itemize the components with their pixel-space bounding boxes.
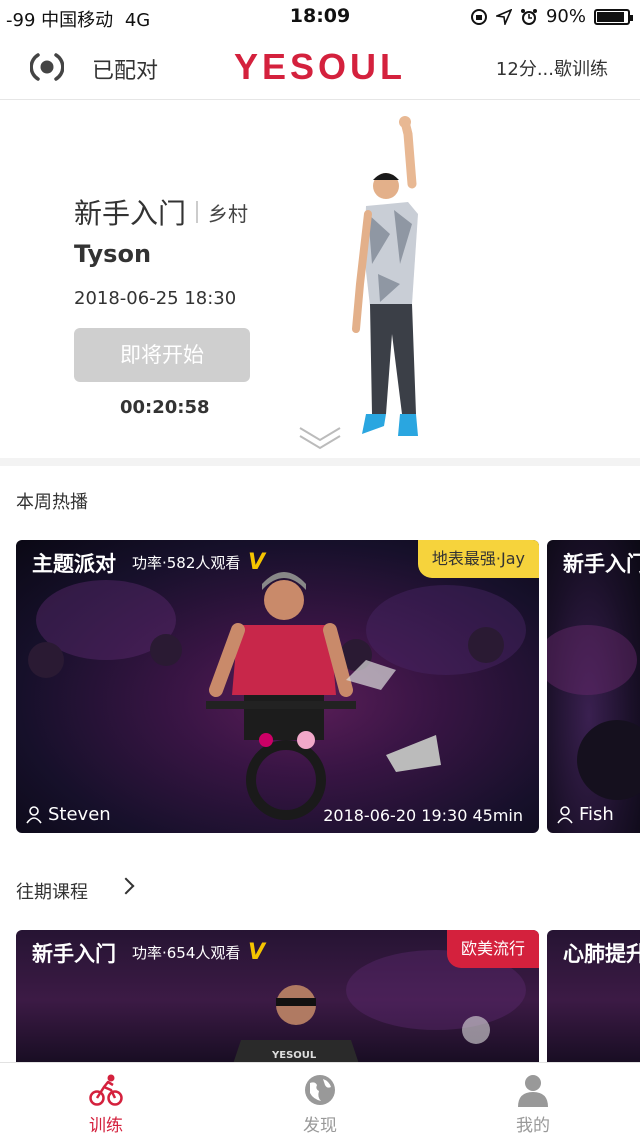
user-outline-icon — [26, 805, 42, 823]
class-datetime: 2018-06-25 18:30 — [74, 288, 237, 309]
section-divider — [0, 458, 640, 466]
verified-v-icon: V — [248, 940, 266, 965]
chevron-right-icon[interactable] — [117, 877, 135, 895]
class-genre: 乡村 — [208, 201, 249, 226]
course-tag: 地表最强·Jay — [417, 540, 539, 578]
globe-icon — [305, 1075, 335, 1105]
rest-training-link[interactable]: 12分...歇训练 — [496, 55, 608, 81]
course-coach: Steven — [26, 804, 111, 825]
tab-label: 我的 — [516, 1116, 550, 1136]
weekly-hot-title: 本周热播 — [16, 492, 88, 513]
course-meta: 功率·582人观看 — [132, 554, 241, 572]
start-soon-button[interactable]: 即将开始 — [74, 328, 250, 382]
course-title: 主题派对 — [32, 552, 116, 576]
rotation-lock-icon — [470, 8, 487, 25]
app-header: 已配对 YESOUL 12分...歇训练 — [0, 34, 640, 100]
course-meta: 功率·654人观看 — [132, 944, 241, 962]
verified-v-icon: V — [248, 550, 266, 575]
weekly-course-card[interactable]: 主题派对 功率·582人观看 V 地表最强·Jay Steven 2018-06… — [16, 540, 539, 833]
tab-discover[interactable]: 发现 — [260, 1063, 380, 1138]
user-icon — [518, 1075, 548, 1107]
user-outline-icon — [557, 805, 573, 823]
course-datetime: 2018-06-20 19:30 45min — [323, 806, 523, 825]
course-cover-image — [28, 572, 526, 820]
past-course-card-2[interactable]: 心肺提升 — [547, 930, 640, 1070]
battery-percent: 90% — [545, 6, 586, 27]
jersey-print: YESOUL — [271, 1050, 317, 1061]
tab-profile[interactable]: 我的 — [473, 1063, 593, 1138]
coach-label: Fish — [579, 804, 614, 825]
tab-training[interactable]: 训练 — [46, 1063, 166, 1138]
coach-label: Steven — [48, 804, 111, 825]
tab-label: 发现 — [303, 1116, 337, 1136]
upcoming-class[interactable]: 新手入门 乡村 Tyson 2018-06-25 18:30 即将开始 00:2… — [0, 100, 640, 458]
class-title-row: 新手入门 乡村 — [74, 192, 248, 232]
course-cover-image — [547, 625, 640, 800]
course-title: 新手入门 — [32, 942, 116, 966]
location-icon — [495, 8, 512, 25]
coach-name: Tyson — [74, 240, 152, 268]
cycling-icon — [89, 1074, 123, 1106]
course-tag: 欧美流行 — [446, 930, 539, 968]
status-bar: -99 中国移动 4G 18:09 90% — [0, 0, 640, 34]
battery-icon — [594, 8, 633, 25]
bottom-tab-bar: 训练 发现 我的 — [0, 1062, 640, 1138]
class-title: 新手入门 — [74, 197, 187, 230]
title-separator — [196, 201, 199, 223]
course-title: 新手入门 — [563, 552, 640, 576]
coach-photo — [352, 116, 418, 436]
weekly-course-card-2[interactable]: 新手入门 Fish — [547, 540, 640, 833]
course-coach: Fish — [557, 804, 614, 825]
status-right: 90% — [470, 6, 633, 27]
countdown-timer: 00:20:58 — [120, 397, 210, 418]
course-title: 心肺提升 — [563, 942, 640, 966]
tab-label: 训练 — [89, 1116, 123, 1136]
past-course-card[interactable]: YESOUL 新手入门 功率·654人观看 V 欧美流行 — [16, 930, 539, 1070]
expand-chevron-icon[interactable] — [298, 422, 342, 452]
battery-fill — [597, 11, 624, 22]
alarm-icon — [520, 8, 537, 25]
past-courses-title[interactable]: 往期课程 — [16, 878, 88, 904]
